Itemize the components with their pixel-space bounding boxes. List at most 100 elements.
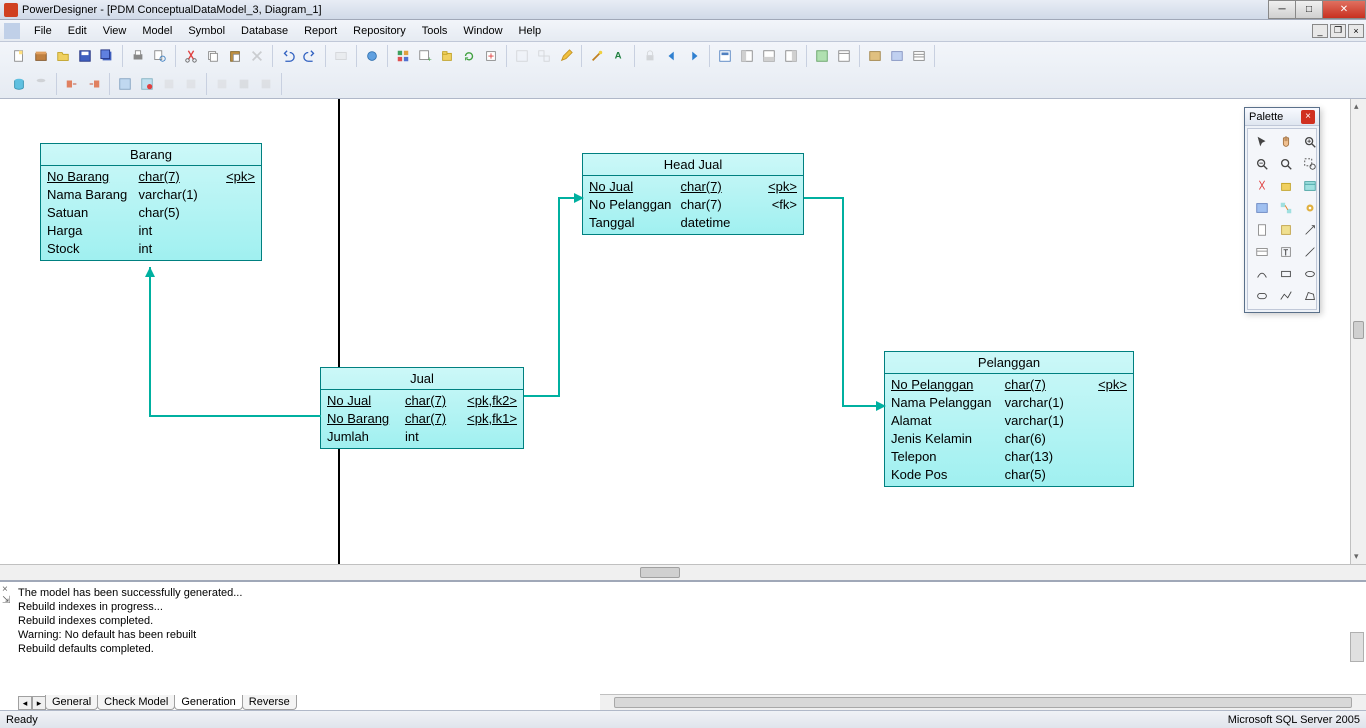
new-icon[interactable] [10, 47, 28, 65]
output-vscroll[interactable] [1350, 632, 1364, 662]
left-arrow-icon[interactable] [663, 47, 681, 65]
sync1-icon[interactable] [116, 75, 134, 93]
save-all-icon[interactable] [98, 47, 116, 65]
output-close-icon[interactable]: ×⇲ [2, 584, 10, 606]
output-hscroll[interactable] [600, 694, 1366, 710]
line-icon[interactable] [1299, 242, 1321, 262]
polyline-icon[interactable] [1275, 286, 1297, 306]
file-icon[interactable] [1251, 220, 1273, 240]
pointer-icon[interactable] [1251, 132, 1273, 152]
cut-icon[interactable] [182, 47, 200, 65]
menu-window[interactable]: Window [455, 22, 510, 40]
lock-icon[interactable] [641, 47, 659, 65]
tab-nav-prev[interactable]: ▸ [32, 696, 46, 710]
view1-icon[interactable] [866, 47, 884, 65]
table-barang[interactable]: Barang No Barangchar(7)<pk>Nama Barangva… [40, 143, 262, 261]
hand-icon[interactable] [1275, 132, 1297, 152]
zoom-fit-icon[interactable] [1275, 154, 1297, 174]
sync2-icon[interactable] [138, 75, 156, 93]
ungroup-icon[interactable] [535, 47, 553, 65]
gear-icon[interactable] [1299, 198, 1321, 218]
tab-generation[interactable]: Generation [174, 695, 242, 710]
redo-icon[interactable] [301, 47, 319, 65]
menu-database[interactable]: Database [233, 22, 296, 40]
window1-icon[interactable] [813, 47, 831, 65]
table-pelanggan[interactable]: Pelanggan No Pelangganchar(7)<pk>Nama Pe… [884, 351, 1134, 487]
tab-nav-first[interactable]: ◂ [18, 696, 32, 710]
obj1-icon[interactable] [213, 75, 231, 93]
diagram-canvas[interactable]: Barang No Barangchar(7)<pk>Nama Barangva… [0, 99, 1350, 564]
delete-icon[interactable] [248, 47, 266, 65]
table-icon[interactable] [1299, 176, 1321, 196]
arc-icon[interactable] [1251, 264, 1273, 284]
refresh-icon[interactable] [460, 47, 478, 65]
menu-report[interactable]: Report [296, 22, 345, 40]
layout3-icon[interactable] [760, 47, 778, 65]
tab-check-model[interactable]: Check Model [97, 695, 175, 710]
compare-out-icon[interactable] [85, 75, 103, 93]
table-headjual[interactable]: Head Jual No Jualchar(7)<pk>No Pelanggan… [582, 153, 804, 235]
menu-edit[interactable]: Edit [60, 22, 95, 40]
menu-symbol[interactable]: Symbol [180, 22, 233, 40]
reference-icon[interactable] [1275, 198, 1297, 218]
horizontal-scrollbar[interactable] [0, 564, 1366, 580]
tab-reverse[interactable]: Reverse [242, 695, 297, 710]
scroll-up-icon[interactable]: ▴ [1354, 101, 1359, 112]
db2-icon[interactable] [32, 75, 50, 93]
window2-icon[interactable] [835, 47, 853, 65]
vertical-scrollbar[interactable]: ▴ ▾ [1350, 99, 1366, 564]
view3-icon[interactable] [910, 47, 928, 65]
sync3-icon[interactable] [160, 75, 178, 93]
scroll-thumb[interactable] [640, 567, 680, 578]
obj2-icon[interactable] [235, 75, 253, 93]
zoom-in-icon[interactable] [1299, 132, 1321, 152]
grid-icon[interactable] [394, 47, 412, 65]
properties-icon[interactable] [363, 47, 381, 65]
doc-close-button[interactable]: × [1348, 24, 1364, 38]
export-icon[interactable] [482, 47, 500, 65]
table-jual[interactable]: Jual No Jualchar(7)<pk,fk2>No Barangchar… [320, 367, 524, 449]
menu-help[interactable]: Help [511, 22, 550, 40]
layout4-icon[interactable] [782, 47, 800, 65]
scroll-thumb[interactable] [1353, 321, 1364, 339]
project-icon[interactable] [32, 47, 50, 65]
zoom-sel-icon[interactable] [1299, 154, 1321, 174]
copy-icon[interactable] [204, 47, 222, 65]
print-icon[interactable] [129, 47, 147, 65]
polygon-icon[interactable] [1299, 286, 1321, 306]
save-icon[interactable] [76, 47, 94, 65]
font-color-icon[interactable]: A [610, 47, 628, 65]
open-icon[interactable] [54, 47, 72, 65]
diagram-add-icon[interactable]: + [416, 47, 434, 65]
menu-tools[interactable]: Tools [414, 22, 456, 40]
group-icon[interactable] [513, 47, 531, 65]
wand-icon[interactable] [588, 47, 606, 65]
note-icon[interactable] [1275, 220, 1297, 240]
minimize-button[interactable]: ─ [1268, 0, 1296, 19]
palette-header[interactable]: Palette × [1245, 108, 1319, 126]
menu-file[interactable]: File [26, 22, 60, 40]
db-icon[interactable] [10, 75, 28, 93]
compare-in-icon[interactable] [63, 75, 81, 93]
link-icon[interactable] [1299, 220, 1321, 240]
right-arrow-icon[interactable] [685, 47, 703, 65]
view2-icon[interactable] [888, 47, 906, 65]
layout2-icon[interactable] [738, 47, 756, 65]
package2-icon[interactable] [1275, 176, 1297, 196]
print-preview-icon[interactable] [151, 47, 169, 65]
scroll-thumb[interactable] [614, 697, 1352, 708]
find-icon[interactable] [332, 47, 350, 65]
sync4-icon[interactable] [182, 75, 200, 93]
roundrect-icon[interactable] [1251, 286, 1273, 306]
rect-icon[interactable] [1275, 264, 1297, 284]
menu-repository[interactable]: Repository [345, 22, 414, 40]
zoom-out-icon[interactable] [1251, 154, 1273, 174]
obj3-icon[interactable] [257, 75, 275, 93]
menu-model[interactable]: Model [134, 22, 180, 40]
system-menu-icon[interactable] [4, 23, 20, 39]
paste-icon[interactable] [226, 47, 244, 65]
view-icon[interactable] [1251, 198, 1273, 218]
doc-restore-button[interactable]: ❐ [1330, 24, 1346, 38]
undo-icon[interactable] [279, 47, 297, 65]
edit-icon[interactable] [557, 47, 575, 65]
